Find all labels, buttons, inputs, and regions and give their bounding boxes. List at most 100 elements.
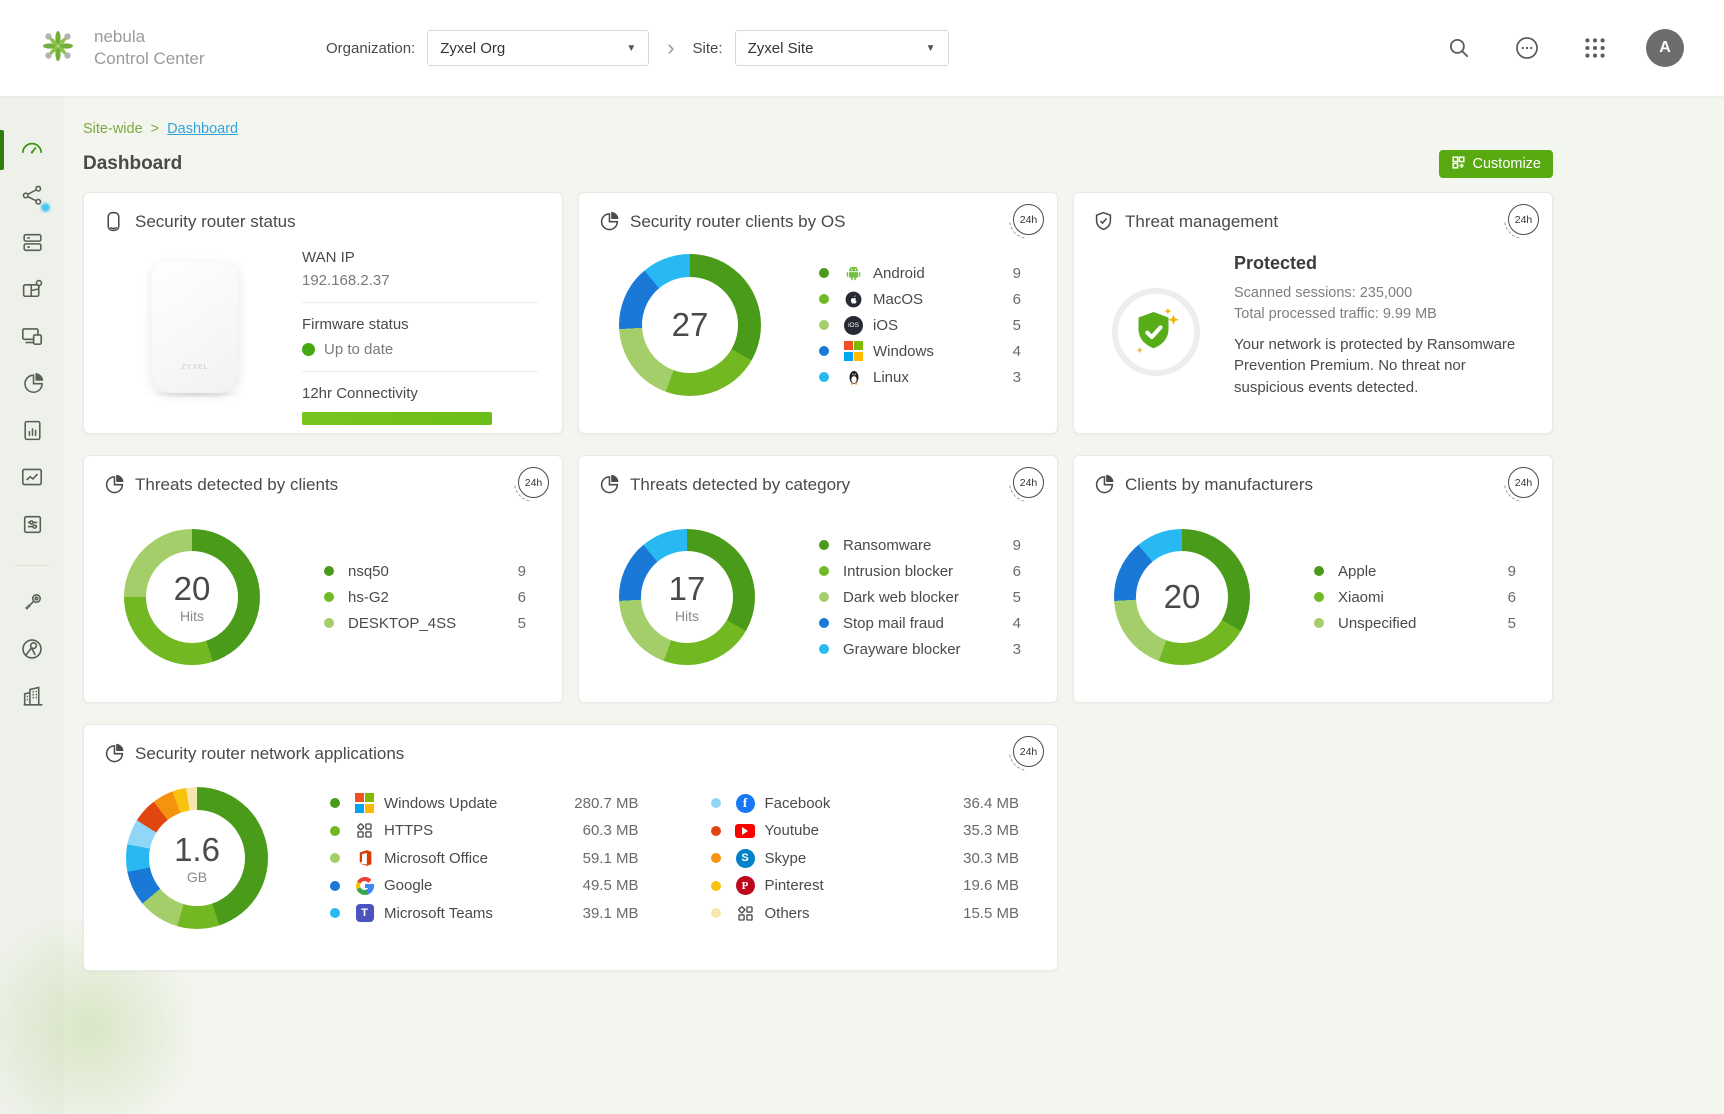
- router-icon: [102, 210, 125, 233]
- legend-value: 6: [518, 589, 526, 606]
- connectivity-bar: [302, 412, 492, 425]
- manufacturers-legend: Apple 9 Xiaomi 6 Unspecified: [1314, 558, 1516, 636]
- context-switcher: Organization: Zyxel Org ▼ › Site: Zyxel …: [326, 30, 949, 66]
- legend-row: Unspecified 5: [1314, 610, 1516, 636]
- legend-label: Apple: [1338, 563, 1376, 580]
- threat-description: Your network is protected by Ransomware …: [1234, 334, 1526, 398]
- sidebar-item-reports[interactable]: [0, 416, 64, 449]
- skype-icon: S: [735, 848, 756, 869]
- card-threats-by-category: Threats detected by category 24h 17 Hits: [578, 455, 1058, 703]
- gauge-icon: [19, 135, 45, 166]
- more-options-icon[interactable]: [1510, 31, 1544, 65]
- legend-dot: [324, 618, 334, 628]
- sidebar-item-dashboard[interactable]: [0, 134, 64, 167]
- caret-down-icon: ▼: [926, 43, 936, 54]
- legend-label: Android: [873, 265, 925, 282]
- legend-label: Others: [765, 905, 810, 922]
- sidebar-item-topology[interactable]: [0, 181, 64, 214]
- breadcrumb-dashboard-link[interactable]: Dashboard: [167, 121, 238, 137]
- caret-down-icon: ▼: [626, 43, 636, 54]
- brand-name: nebula Control Center: [94, 26, 205, 70]
- legend-value: 15.5 MB: [963, 905, 1019, 922]
- legend-value: 6: [1013, 291, 1021, 308]
- site-select[interactable]: Zyxel Site ▼: [735, 30, 949, 66]
- report-document-icon: [20, 418, 45, 448]
- legend-value: 5: [518, 615, 526, 632]
- legend-row: Apple 9: [1314, 558, 1516, 584]
- card-title: Threat management: [1125, 212, 1278, 232]
- legend-row: Youtube 35.3 MB: [711, 817, 1020, 845]
- nebula-control-center: nebula Control Center Organization: Zyxe…: [0, 0, 1724, 1114]
- top-bar: nebula Control Center Organization: Zyxe…: [0, 0, 1724, 96]
- legend-value: 9: [518, 563, 526, 580]
- time-range-badge[interactable]: 24h: [1508, 204, 1539, 235]
- time-range-badge[interactable]: 24h: [1013, 736, 1044, 767]
- legend-label: Unspecified: [1338, 615, 1416, 632]
- customize-label: Customize: [1473, 156, 1542, 172]
- threat-category-donut-chart: 17 Hits: [619, 529, 755, 665]
- sidebar-item-configure[interactable]: [0, 510, 64, 543]
- legend-label: Youtube: [765, 822, 820, 839]
- sidebar-item-help[interactable]: [0, 635, 64, 668]
- time-range-badge[interactable]: 24h: [1013, 467, 1044, 498]
- sidebar-item-applications[interactable]: [0, 369, 64, 402]
- legend-label: Stop mail fraud: [843, 615, 944, 632]
- search-icon[interactable]: [1442, 31, 1476, 65]
- sidebar: [0, 96, 64, 1114]
- pie-chart-icon: [20, 371, 45, 401]
- customize-button[interactable]: Customize: [1439, 150, 1554, 178]
- time-range-badge[interactable]: 24h: [1013, 204, 1044, 235]
- sidebar-item-organization[interactable]: [0, 682, 64, 715]
- legend-dot: [819, 320, 829, 330]
- legend-row: Grayware blocker 3: [819, 636, 1021, 662]
- legend-dot: [819, 644, 829, 654]
- legend-row: MacOS 6: [819, 286, 1021, 312]
- legend-row: HTTPS 60.3 MB: [330, 817, 639, 845]
- legend-label: Xiaomi: [1338, 589, 1384, 606]
- legend-dot: [819, 618, 829, 628]
- status-ok-dot: [302, 343, 315, 356]
- key-icon: [20, 590, 45, 620]
- building-icon: [20, 684, 45, 714]
- legend-dot: [1314, 618, 1324, 628]
- legend-row: Microsoft Office 59.1 MB: [330, 844, 639, 872]
- apps-grid-icon[interactable]: [1578, 31, 1612, 65]
- donut-center-value: 1.6: [174, 831, 220, 869]
- sidebar-item-devices[interactable]: [0, 228, 64, 261]
- legend-dot: [711, 881, 721, 891]
- legend-row: Xiaomi 6: [1314, 584, 1516, 610]
- legend-value: 59.1 MB: [583, 850, 639, 867]
- organization-label: Organization:: [326, 40, 415, 57]
- line-chart-icon: [19, 464, 45, 495]
- router-device-image: ZYXEL: [120, 261, 270, 398]
- sidebar-item-licenses[interactable]: [0, 588, 64, 621]
- site-label: Site:: [693, 40, 723, 57]
- os-legend: Android 9 MacOS 6 iOS: [819, 260, 1021, 390]
- donut-center-value: 20: [1164, 578, 1201, 616]
- legend-value: 49.5 MB: [583, 877, 639, 894]
- pie-chart-icon: [597, 210, 620, 233]
- user-avatar[interactable]: A: [1646, 29, 1684, 67]
- legend-row: nsq50 9: [324, 558, 526, 584]
- legend-label: DESKTOP_4SS: [348, 615, 456, 632]
- card-security-router-status: Security router status ZYXEL WAN IP 192.…: [83, 192, 563, 434]
- organization-value: Zyxel Org: [440, 40, 505, 57]
- legend-label: Windows: [873, 343, 934, 360]
- threat-clients-donut-chart: 20 Hits: [124, 529, 260, 665]
- legend-label: hs-G2: [348, 589, 389, 606]
- legend-value: 36.4 MB: [963, 795, 1019, 812]
- https-app-grid-icon: [354, 820, 375, 841]
- time-range-badge[interactable]: 24h: [518, 467, 549, 498]
- time-range-badge[interactable]: 24h: [1508, 467, 1539, 498]
- legend-row: Android 9: [819, 260, 1021, 286]
- legend-row: hs-G2 6: [324, 584, 526, 610]
- brand-logo[interactable]: nebula Control Center: [36, 24, 266, 73]
- sidebar-item-monitor[interactable]: [0, 463, 64, 496]
- organization-select[interactable]: Zyxel Org ▼: [427, 30, 649, 66]
- breadcrumb-separator: >: [151, 121, 159, 137]
- legend-value: 6: [1508, 589, 1516, 606]
- donut-center-sub: Hits: [180, 608, 204, 624]
- microsoft-office-icon: [354, 848, 375, 869]
- sidebar-item-map[interactable]: [0, 275, 64, 308]
- sidebar-item-clients[interactable]: [0, 322, 64, 355]
